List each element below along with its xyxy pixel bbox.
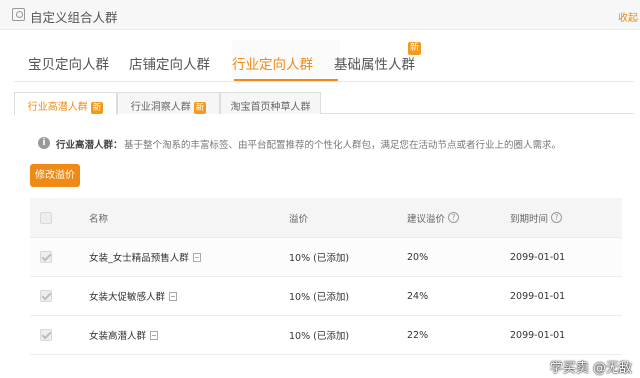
row-select-cell	[40, 277, 52, 315]
select-all-cell	[40, 198, 52, 237]
custom-group-icon	[12, 8, 25, 21]
watermark: 学买卖 @无敌	[549, 361, 632, 376]
crowd-name: 女装_女士精品预售人群	[89, 253, 189, 264]
row-select-cell	[40, 316, 52, 354]
note-icon[interactable]	[192, 252, 201, 262]
panel-title: 自定义组合人群	[30, 10, 118, 25]
crowd-name: 女装大促敏感人群	[89, 292, 166, 303]
row-checkbox[interactable]	[40, 251, 52, 263]
premium-value: 10% (已添加)	[289, 331, 350, 342]
table-row: 女装高潜人群 10% (已添加) 22% 2099-01-01	[30, 316, 622, 355]
sub-tabs: 行业高潜人群新 行业洞察人群新 淘宝首页种草人群	[14, 92, 634, 115]
crowd-name: 女装高潜人群	[89, 331, 147, 342]
column-expiry-label: 到期时间	[510, 213, 549, 225]
row-name-cell: 女装高潜人群	[89, 316, 159, 354]
premium-value: 10% (已添加)	[289, 292, 350, 303]
info-label: 行业高潜人群：	[56, 140, 123, 151]
subtab-industry-potential-label: 行业高潜人群	[27, 102, 88, 113]
suggested-premium-value: 24%	[407, 290, 429, 302]
active-tab-indicator	[234, 79, 338, 81]
column-suggested-premium: 建议溢价 ?	[407, 198, 460, 237]
panel-header: 自定义组合人群 收起	[0, 0, 640, 30]
info-icon: i	[38, 137, 50, 149]
subtab-industry-insight-label: 行业洞察人群	[130, 102, 191, 113]
tab-basic-attributes[interactable]: 基础属性人群 新	[334, 42, 422, 73]
collapse-link[interactable]: 收起	[618, 9, 638, 24]
new-badge: 新	[193, 102, 207, 114]
select-all-checkbox[interactable]	[40, 211, 52, 224]
suggested-premium-value: 20%	[407, 251, 429, 263]
modify-premium-button[interactable]: 修改溢价	[30, 164, 80, 187]
expiry-date: 2099-01-01	[510, 329, 566, 341]
info-notice: i 行业高潜人群： 基于整个淘系的丰富标签、由平台配置推荐的个性化人群包，满足您…	[36, 136, 626, 152]
table-row: 女装_女士精品预售人群 10% (已添加) 20% 2099-01-01	[30, 238, 622, 277]
note-icon[interactable]	[169, 291, 178, 301]
table-row: 女装大促敏感人群 10% (已添加) 24% 2099-01-01	[30, 277, 622, 316]
note-icon[interactable]	[150, 330, 159, 340]
info-text: 基于整个淘系的丰富标签、由平台配置推荐的个性化人群包，满足您在活动节点或者行业上…	[124, 140, 562, 151]
column-expiry: 到期时间 ?	[510, 198, 563, 237]
tab-item-targeting[interactable]: 宝贝定向人群	[28, 53, 109, 73]
row-select-cell	[40, 238, 52, 276]
subtab-industry-potential[interactable]: 行业高潜人群新	[14, 92, 117, 115]
help-icon[interactable]: ?	[448, 212, 460, 223]
suggested-premium-value: 22%	[407, 329, 429, 341]
premium-value: 10% (已添加)	[289, 253, 350, 264]
new-badge: 新	[90, 102, 104, 114]
help-icon[interactable]: ?	[551, 212, 563, 223]
column-premium: 溢价	[289, 213, 309, 225]
tab-basic-attributes-label: 基础属性人群	[334, 57, 415, 73]
row-checkbox[interactable]	[40, 290, 52, 302]
subtab-taobao-homepage-label: 淘宝首页种草人群	[230, 102, 311, 113]
crowd-table: 名称 溢价 建议溢价 ? 到期时间 ? 女装_女士精品预售人群 10% (已添加…	[30, 198, 622, 355]
column-name: 名称	[89, 213, 109, 225]
tab-industry-targeting[interactable]: 行业定向人群	[232, 53, 313, 73]
new-badge: 新	[408, 42, 422, 55]
expiry-date: 2099-01-01	[510, 290, 566, 302]
expiry-date: 2099-01-01	[510, 251, 566, 263]
column-suggested-premium-label: 建议溢价	[407, 213, 446, 225]
table-header: 名称 溢价 建议溢价 ? 到期时间 ?	[30, 198, 622, 238]
row-checkbox[interactable]	[40, 329, 52, 341]
main-tabs: 宝贝定向人群 店铺定向人群 行业定向人群 基础属性人群 新	[14, 40, 634, 82]
subtab-taobao-homepage[interactable]: 淘宝首页种草人群	[220, 92, 321, 114]
subtab-industry-insight[interactable]: 行业洞察人群新	[117, 92, 220, 114]
row-name-cell: 女装_女士精品预售人群	[89, 238, 201, 276]
row-name-cell: 女装大促敏感人群	[89, 277, 178, 315]
tab-shop-targeting[interactable]: 店铺定向人群	[129, 53, 210, 73]
